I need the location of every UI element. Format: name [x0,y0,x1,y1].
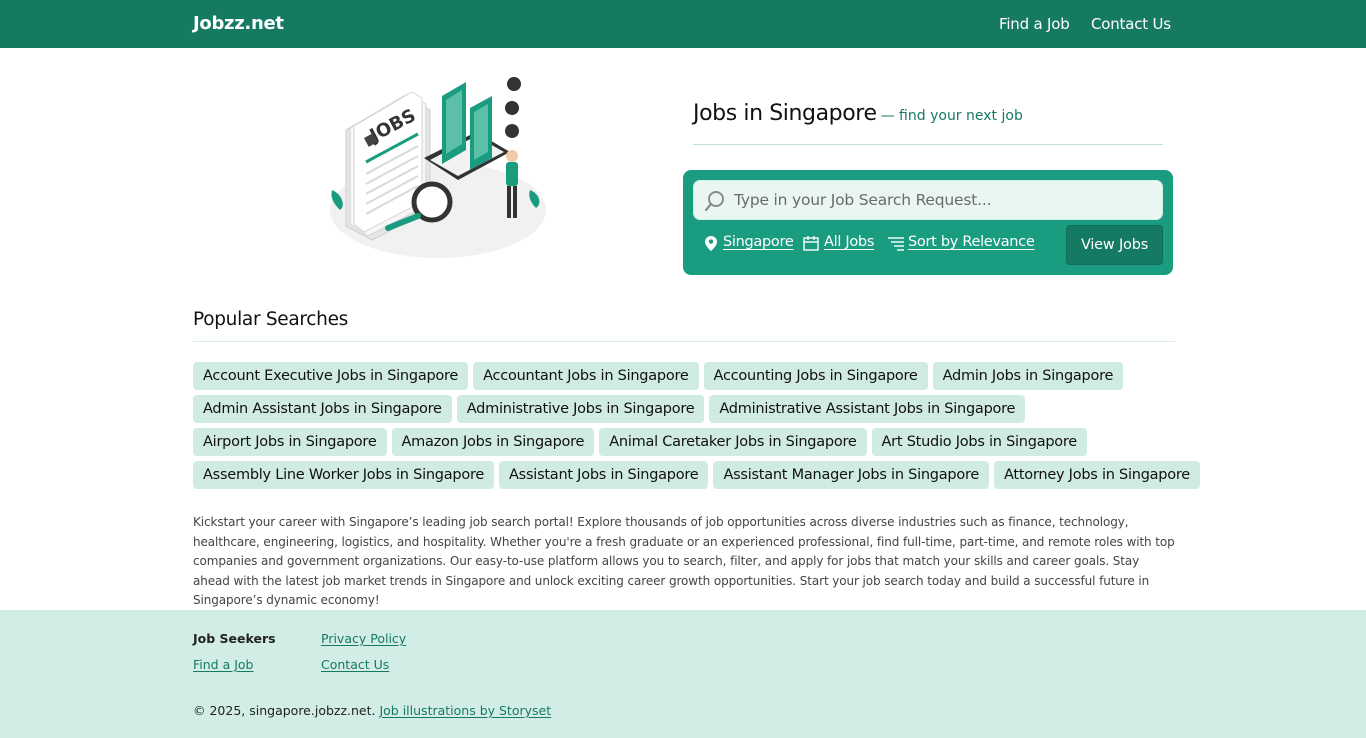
location-filter[interactable]: Singapore [705,234,794,256]
nav-find-a-job[interactable]: Find a Job [999,15,1070,33]
copyright-text: © 2025, singapore.jobzz.net. [193,703,376,718]
footer-contact-us-link[interactable]: Contact Us [321,657,389,672]
site-description: Kickstart your career with Singapore’s l… [193,515,1175,607]
popular-search-tag[interactable]: Assembly Line Worker Jobs in Singapore [193,461,495,489]
popular-search-tag[interactable]: Account Executive Jobs in Singapore [193,362,469,390]
brand-logo[interactable]: Jobzz.net [193,13,284,34]
calendar-icon [803,236,819,251]
copyright: © 2025, singapore.jobzz.net. Job illustr… [193,703,551,718]
search-input[interactable] [734,181,1154,219]
footer-heading-job-seekers: Job Seekers [193,631,276,646]
popular-search-tag[interactable]: Accounting Jobs in Singapore [703,362,928,390]
popular-search-tag[interactable]: Administrative Assistant Jobs in Singapo… [709,395,1026,423]
popular-searches-title: Popular Searches [193,309,349,330]
jobs-illustration: JOBS [326,70,554,262]
map-pin-icon [705,236,717,251]
search-icon [704,191,724,212]
footer-privacy-policy-link[interactable]: Privacy Policy [321,631,406,646]
nav-contact-us[interactable]: Contact Us [1091,15,1171,33]
popular-search-tag[interactable]: Admin Jobs in Singapore [932,362,1124,390]
tag-row: Account Executive Jobs in Singapore Acco… [193,362,1183,390]
popular-search-tag[interactable]: Art Studio Jobs in Singapore [871,428,1087,456]
page-title-row: Jobs in Singapore — find your next job [693,101,1163,145]
job-search-panel: Singapore All Jobs Sort by Relevance Vie… [683,170,1173,275]
footer: Job Seekers Find a Job Privacy Policy Co… [0,610,1366,738]
divider [193,341,1175,342]
sort-filter[interactable]: Sort by Relevance [888,234,1035,256]
storyset-credit-link[interactable]: Job illustrations by Storyset [379,703,551,718]
popular-search-tag[interactable]: Animal Caretaker Jobs in Singapore [599,428,867,456]
tag-row: Assembly Line Worker Jobs in Singapore A… [193,461,1200,489]
tag-row: Airport Jobs in Singapore Amazon Jobs in… [193,428,1183,456]
tag-row: Admin Assistant Jobs in Singapore Admini… [193,395,1183,423]
category-filter[interactable]: All Jobs [803,234,874,256]
sort-lines-icon [888,237,904,251]
top-navbar: Jobzz.net Find a Job Contact Us [0,0,1366,48]
view-jobs-button[interactable]: View Jobs [1066,225,1163,265]
footer-find-a-job-link[interactable]: Find a Job [193,657,254,672]
popular-search-tag[interactable]: Administrative Jobs in Singapore [456,395,705,423]
popular-search-tag[interactable]: Assistant Jobs in Singapore [499,461,709,489]
sort-filter-label: Sort by Relevance [908,234,1035,250]
popular-search-tag[interactable]: Airport Jobs in Singapore [193,428,387,456]
category-filter-label: All Jobs [824,234,875,250]
location-filter-label: Singapore [723,234,794,250]
popular-search-tag[interactable]: Attorney Jobs in Singapore [994,461,1200,489]
page-subtitle: — find your next job [880,108,1023,124]
search-field[interactable] [693,180,1163,220]
popular-search-tag[interactable]: Accountant Jobs in Singapore [473,362,699,390]
page-title: Jobs in Singapore [693,101,877,126]
popular-search-tag[interactable]: Assistant Manager Jobs in Singapore [713,461,990,489]
popular-search-tag[interactable]: Amazon Jobs in Singapore [391,428,595,456]
popular-search-tag[interactable]: Admin Assistant Jobs in Singapore [193,395,452,423]
popular-searches-list: Account Executive Jobs in Singapore Acco… [193,362,1200,494]
